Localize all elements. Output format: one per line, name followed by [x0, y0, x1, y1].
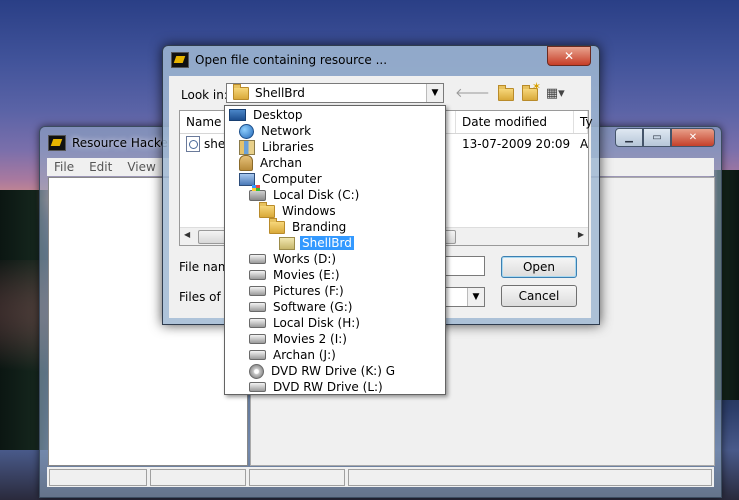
lookin-item-label: Works (D:)	[273, 252, 337, 266]
lookin-item-label: DVD RW Drive (L:)	[273, 380, 383, 394]
disk-icon	[249, 254, 266, 264]
lookin-item[interactable]: Desktop	[229, 107, 305, 123]
look-in-value: ShellBrd	[255, 86, 305, 100]
app-icon	[48, 135, 66, 151]
lookin-item[interactable]: Archan	[239, 155, 304, 171]
rh-caption-buttons: ▁ ▭ ✕	[615, 128, 715, 147]
lookin-item[interactable]: Archan (J:)	[249, 347, 338, 363]
lookin-item-label: Movies 2 (I:)	[273, 332, 347, 346]
lookin-item-label: Archan	[260, 156, 303, 170]
close-icon: ✕	[688, 132, 698, 143]
file-icon	[186, 136, 200, 152]
up-folder-icon[interactable]	[497, 85, 514, 101]
lookin-item[interactable]: Works (D:)	[249, 251, 338, 267]
windows-disk-icon	[249, 184, 266, 201]
new-folder-icon[interactable]: ✶	[521, 80, 541, 101]
rh-title: Resource Hacker	[72, 136, 173, 150]
folder-icon	[269, 217, 285, 234]
dialog-toolbar: 🡐 ✶ ▦▾	[455, 80, 565, 101]
lookin-item-label: Desktop	[253, 108, 303, 122]
folder-icon	[233, 83, 249, 100]
look-in-combo[interactable]: ShellBrd ▼	[226, 83, 444, 103]
file-type: Ap	[580, 137, 588, 151]
desktop-icon	[229, 109, 246, 121]
lookin-item-label: Network	[261, 124, 312, 138]
lookin-item-label: Archan (J:)	[273, 348, 336, 362]
minimize-icon: ▁	[625, 132, 633, 143]
menu-edit[interactable]: Edit	[89, 160, 112, 174]
look-in-dropdown: Desktop Network Libraries Archan Computer Loc…	[224, 105, 446, 395]
lookin-item-label: Pictures (F:)	[273, 284, 344, 298]
lookin-item-label: Computer	[262, 172, 322, 186]
disk-icon	[249, 350, 266, 360]
file-date: 13-07-2009 20:09	[462, 137, 571, 151]
lookin-item[interactable]: Network	[239, 123, 313, 139]
menu-view[interactable]: View	[127, 160, 155, 174]
menu-file[interactable]: File	[54, 160, 74, 174]
view-menu-icon[interactable]: ▦▾	[546, 86, 565, 101]
maximize-button[interactable]: ▭	[643, 128, 671, 147]
look-in-label: Look in:	[181, 88, 228, 102]
lookin-item[interactable]: Local Disk (H:)	[249, 315, 362, 331]
folder-icon	[259, 201, 275, 218]
disk-icon	[249, 318, 266, 328]
minimize-button[interactable]: ▁	[615, 128, 643, 147]
lookin-item[interactable]: Movies (E:)	[249, 267, 342, 283]
lookin-item-label: Software (G:)	[273, 300, 353, 314]
disk-icon	[249, 302, 266, 312]
cancel-button[interactable]: Cancel	[501, 285, 577, 307]
lookin-item[interactable]: ShellBrd	[279, 235, 355, 251]
close-icon: ✕	[563, 49, 575, 63]
folder-open-icon	[279, 236, 295, 250]
column-date-modified[interactable]: Date modified	[456, 111, 574, 133]
rh-titlebar: Resource Hacker	[48, 132, 173, 154]
maximize-icon: ▭	[652, 132, 662, 143]
lookin-item-label: Branding	[292, 220, 347, 234]
user-folder-icon	[239, 155, 253, 171]
lookin-item[interactable]: DVD RW Drive (K:) G	[249, 363, 397, 379]
scroll-right-icon[interactable]: ▶	[578, 230, 584, 239]
dialog-titlebar: Open file containing resource ...	[171, 52, 387, 68]
disk-icon	[249, 270, 266, 280]
lookin-item[interactable]: Libraries	[239, 139, 316, 155]
column-type[interactable]: Ty	[574, 111, 593, 133]
scroll-left-icon[interactable]: ◀	[184, 230, 190, 239]
dialog-title: Open file containing resource ...	[195, 53, 388, 67]
dialog-close-button[interactable]: ✕	[547, 46, 591, 66]
status-segment	[248, 469, 345, 486]
back-arrow-icon[interactable]: 🡐	[455, 85, 490, 101]
status-segment	[347, 469, 713, 486]
libraries-icon	[239, 139, 255, 155]
open-button[interactable]: Open	[501, 256, 577, 278]
lookin-item-label: Local Disk (H:)	[273, 316, 360, 330]
lookin-item-label: Movies (E:)	[273, 268, 340, 282]
lookin-item-label: ShellBrd	[299, 235, 355, 251]
dvd-icon	[249, 363, 264, 379]
lookin-item[interactable]: Software (G:)	[249, 299, 354, 315]
disk-icon	[249, 334, 266, 344]
lookin-item[interactable]: Branding	[269, 217, 348, 235]
network-icon	[239, 123, 254, 139]
disk-icon	[249, 382, 266, 392]
rh-statusbar	[47, 467, 714, 487]
chevron-down-icon[interactable]: ▼	[467, 288, 484, 306]
app-icon	[171, 52, 189, 68]
lookin-item[interactable]: Pictures (F:)	[249, 283, 346, 299]
chevron-down-icon[interactable]: ▼	[426, 84, 443, 102]
disk-icon	[249, 286, 266, 296]
lookin-item-label: Windows	[282, 204, 336, 218]
status-segment	[149, 469, 246, 486]
lookin-item-label: Libraries	[262, 140, 314, 154]
lookin-item-label: Local Disk (C:)	[273, 188, 360, 202]
lookin-item-label: DVD RW Drive (K:) G	[271, 364, 396, 378]
rh-close-button[interactable]: ✕	[671, 128, 715, 147]
lookin-item[interactable]: Movies 2 (I:)	[249, 331, 349, 347]
lookin-item[interactable]: DVD RW Drive (L:)	[249, 379, 385, 395]
status-segment	[49, 469, 147, 486]
